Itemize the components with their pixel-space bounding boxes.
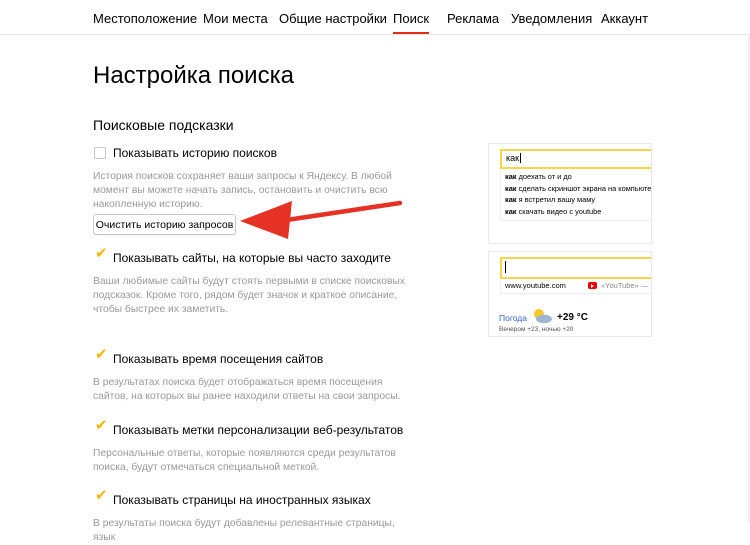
site-suggestion: www.youtube.com «YouTube» — bbox=[500, 279, 651, 294]
tab-notifications[interactable]: Уведомления bbox=[511, 11, 592, 26]
option-label: Показывать метки персонализации веб-резу… bbox=[113, 423, 404, 437]
visit-time-checkbox-row[interactable]: ✔ Показывать время посещения сайтов bbox=[93, 347, 413, 368]
preview-search-input: как bbox=[500, 149, 651, 169]
option-foreign-pages: ✔ Показывать страницы на иностранных язы… bbox=[93, 488, 413, 545]
option-label: Показывать время посещения сайтов bbox=[113, 352, 324, 366]
tab-account[interactable]: Аккаунт bbox=[601, 11, 648, 26]
option-label: Показывать страницы на иностранных языка… bbox=[113, 493, 371, 507]
partly-cloudy-icon bbox=[534, 309, 552, 324]
option-description: Персональные ответы, которые появляются … bbox=[93, 448, 396, 473]
checkmark-icon[interactable]: ✔ bbox=[95, 246, 108, 262]
tab-search[interactable]: Поиск bbox=[393, 11, 430, 34]
weather-label: Погода bbox=[499, 313, 527, 323]
tab-advertising[interactable]: Реклама bbox=[447, 11, 499, 26]
search-history-checkbox-row[interactable]: Показывать историю поисков bbox=[93, 146, 413, 162]
site-url: www.youtube.com bbox=[505, 281, 566, 290]
tab-my-places[interactable]: Мои места bbox=[203, 11, 268, 26]
checkmark-icon[interactable]: ✔ bbox=[95, 488, 108, 504]
weather-temperature: +29 °C bbox=[557, 312, 588, 323]
suggestion-list: как доехать от и до как сделать скриншот… bbox=[500, 169, 652, 221]
red-arrow-pointer-icon bbox=[240, 200, 403, 239]
text-caret bbox=[520, 153, 521, 163]
section-title: Поисковые подсказки bbox=[93, 117, 234, 133]
foreign-pages-checkbox-row[interactable]: ✔ Показывать страницы на иностранных язы… bbox=[93, 488, 413, 509]
personalization-marks-checkbox-row[interactable]: ✔ Показывать метки персонализации веб-ре… bbox=[93, 418, 413, 439]
frequent-sites-checkbox-row[interactable]: ✔ Показывать сайты, на которые вы часто … bbox=[93, 246, 413, 267]
top-navigation: Местоположение Мои места Общие настройки… bbox=[0, 0, 750, 35]
page-title: Настройка поиска bbox=[93, 62, 294, 89]
option-description: В результатах поиска будет отображаться … bbox=[93, 377, 401, 402]
frequent-sites-preview: www.youtube.com «YouTube» — Погода +29 °… bbox=[488, 251, 652, 337]
tab-location[interactable]: Местоположение bbox=[93, 11, 197, 26]
option-personalization-marks: ✔ Показывать метки персонализации веб-ре… bbox=[93, 418, 413, 475]
suggestion-item: как скачать видео с youtube bbox=[505, 206, 602, 216]
text-caret bbox=[505, 261, 506, 273]
option-description: Ваши любимые сайты будут стоять первыми … bbox=[93, 276, 406, 315]
suggestion-item: как доехать от и до bbox=[505, 172, 572, 181]
option-description: В результаты поиска будут добавлены реле… bbox=[93, 518, 395, 543]
site-name: «YouTube» — bbox=[601, 281, 649, 290]
option-frequent-sites: ✔ Показывать сайты, на которые вы часто … bbox=[93, 246, 413, 317]
tab-general-settings[interactable]: Общие настройки bbox=[279, 11, 387, 26]
search-history-preview: как как доехать от и до как сделать скри… bbox=[488, 143, 652, 244]
option-visit-time: ✔ Показывать время посещения сайтов В ре… bbox=[93, 347, 413, 404]
preview-query: как bbox=[506, 153, 520, 163]
checkmark-icon[interactable]: ✔ bbox=[95, 347, 108, 363]
youtube-icon bbox=[588, 282, 597, 289]
suggestion-item: как сделать скриншот экрана на компьютер… bbox=[505, 183, 652, 193]
weather-forecast: Вечером +23, ночью +20 bbox=[499, 326, 574, 333]
search-history-checkbox[interactable] bbox=[94, 147, 106, 159]
option-label: Показывать сайты, на которые вы часто за… bbox=[113, 251, 391, 265]
preview-search-input bbox=[500, 257, 651, 279]
suggestion-item: как я встретил вашу маму bbox=[505, 195, 596, 204]
option-label: Показывать историю поисков bbox=[113, 146, 277, 160]
clear-history-button[interactable]: Очистить историю запросов bbox=[93, 214, 236, 235]
checkmark-icon[interactable]: ✔ bbox=[95, 418, 108, 434]
